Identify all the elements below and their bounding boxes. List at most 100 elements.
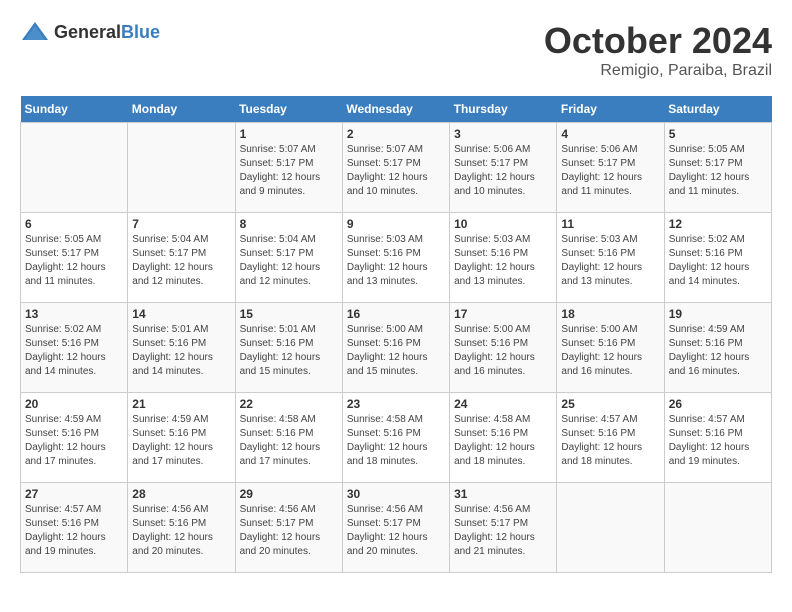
day-number: 14 <box>132 307 230 321</box>
day-number: 12 <box>669 217 767 231</box>
day-number: 20 <box>25 397 123 411</box>
day-number: 13 <box>25 307 123 321</box>
day-number: 18 <box>561 307 659 321</box>
day-number: 10 <box>454 217 552 231</box>
day-number: 29 <box>240 487 338 501</box>
day-info: Sunrise: 4:57 AMSunset: 5:16 PMDaylight:… <box>669 413 767 469</box>
day-info: Sunrise: 5:01 AMSunset: 5:16 PMDaylight:… <box>240 323 338 379</box>
table-cell: 4Sunrise: 5:06 AMSunset: 5:17 PMDaylight… <box>557 123 664 213</box>
col-tuesday: Tuesday <box>235 96 342 123</box>
day-number: 3 <box>454 127 552 141</box>
day-info: Sunrise: 4:58 AMSunset: 5:16 PMDaylight:… <box>347 413 445 469</box>
day-number: 27 <box>25 487 123 501</box>
table-cell: 28Sunrise: 4:56 AMSunset: 5:16 PMDayligh… <box>128 483 235 573</box>
table-cell: 5 Sunrise: 5:05 AMSunset: 5:17 PMDaylight… <box>664 123 771 213</box>
day-info: Sunrise: 5:03 AMSunset: 5:16 PMDaylight:… <box>454 233 552 289</box>
day-info: Sunrise: 5:03 AMSunset: 5:16 PMDaylight:… <box>347 233 445 289</box>
col-wednesday: Wednesday <box>342 96 449 123</box>
day-info: Sunrise: 4:58 AMSunset: 5:16 PMDaylight:… <box>240 413 338 469</box>
day-number: 25 <box>561 397 659 411</box>
week-row-5: 27Sunrise: 4:57 AMSunset: 5:16 PMDayligh… <box>21 483 772 573</box>
day-info: Sunrise: 4:56 AMSunset: 5:17 PMDaylight:… <box>240 503 338 559</box>
week-row-2: 6 Sunrise: 5:05 AMSunset: 5:17 PMDaylight… <box>21 213 772 303</box>
table-cell: 25 Sunrise: 4:57 AMSunset: 5:16 PMDayligh… <box>557 393 664 483</box>
day-number: 2 <box>347 127 445 141</box>
calendar-body: 1 Sunrise: 5:07 AMSunset: 5:17 PMDaylight… <box>21 123 772 573</box>
day-info: Sunrise: 4:59 AMSunset: 5:16 PMDaylight:… <box>669 323 767 379</box>
logo-blue: Blue <box>121 22 160 42</box>
table-cell: 17 Sunrise: 5:00 AMSunset: 5:16 PMDayligh… <box>450 303 557 393</box>
col-sunday: Sunday <box>21 96 128 123</box>
table-cell <box>128 123 235 213</box>
table-cell: 12 Sunrise: 5:02 AMSunset: 5:16 PMDayligh… <box>664 213 771 303</box>
col-monday: Monday <box>128 96 235 123</box>
table-cell: 31 Sunrise: 4:56 AMSunset: 5:17 PMDayligh… <box>450 483 557 573</box>
table-cell: 24Sunrise: 4:58 AMSunset: 5:16 PMDayligh… <box>450 393 557 483</box>
table-cell: 20 Sunrise: 4:59 AMSunset: 5:16 PMDayligh… <box>21 393 128 483</box>
calendar-table: Sunday Monday Tuesday Wednesday Thursday… <box>20 96 772 573</box>
table-cell: 21Sunrise: 4:59 AMSunset: 5:16 PMDayligh… <box>128 393 235 483</box>
day-number: 16 <box>347 307 445 321</box>
day-info: Sunrise: 5:05 AMSunset: 5:17 PMDaylight:… <box>25 233 123 289</box>
day-number: 30 <box>347 487 445 501</box>
page-header: GeneralBlue October 2024 Remigio, Paraib… <box>20 20 772 80</box>
col-saturday: Saturday <box>664 96 771 123</box>
day-number: 15 <box>240 307 338 321</box>
day-info: Sunrise: 5:02 AMSunset: 5:16 PMDaylight:… <box>669 233 767 289</box>
table-cell <box>664 483 771 573</box>
table-cell: 8Sunrise: 5:04 AMSunset: 5:17 PMDaylight… <box>235 213 342 303</box>
table-cell: 11Sunrise: 5:03 AMSunset: 5:16 PMDayligh… <box>557 213 664 303</box>
day-info: Sunrise: 5:01 AMSunset: 5:16 PMDaylight:… <box>132 323 230 379</box>
day-number: 1 <box>240 127 338 141</box>
table-cell: 27Sunrise: 4:57 AMSunset: 5:16 PMDayligh… <box>21 483 128 573</box>
day-info: Sunrise: 5:07 AMSunset: 5:17 PMDaylight:… <box>240 143 338 199</box>
day-info: Sunrise: 4:59 AMSunset: 5:16 PMDaylight:… <box>25 413 123 469</box>
day-info: Sunrise: 5:05 AMSunset: 5:17 PMDaylight:… <box>669 143 767 199</box>
table-cell: 9 Sunrise: 5:03 AMSunset: 5:16 PMDaylight… <box>342 213 449 303</box>
day-info: Sunrise: 5:00 AMSunset: 5:16 PMDaylight:… <box>454 323 552 379</box>
day-number: 31 <box>454 487 552 501</box>
logo: GeneralBlue <box>20 20 160 44</box>
table-cell: 19Sunrise: 4:59 AMSunset: 5:16 PMDayligh… <box>664 303 771 393</box>
day-info: Sunrise: 4:56 AMSunset: 5:17 PMDaylight:… <box>347 503 445 559</box>
table-cell: 18 Sunrise: 5:00 AMSunset: 5:16 PMDayligh… <box>557 303 664 393</box>
logo-text: GeneralBlue <box>54 22 160 43</box>
day-number: 11 <box>561 217 659 231</box>
day-info: Sunrise: 5:06 AMSunset: 5:17 PMDaylight:… <box>561 143 659 199</box>
table-cell: 7Sunrise: 5:04 AMSunset: 5:17 PMDaylight… <box>128 213 235 303</box>
calendar-header: Sunday Monday Tuesday Wednesday Thursday… <box>21 96 772 123</box>
table-cell: 16Sunrise: 5:00 AMSunset: 5:16 PMDayligh… <box>342 303 449 393</box>
day-number: 22 <box>240 397 338 411</box>
day-number: 9 <box>347 217 445 231</box>
day-info: Sunrise: 4:56 AMSunset: 5:17 PMDaylight:… <box>454 503 552 559</box>
table-cell: 29 Sunrise: 4:56 AMSunset: 5:17 PMDayligh… <box>235 483 342 573</box>
header-row: Sunday Monday Tuesday Wednesday Thursday… <box>21 96 772 123</box>
day-number: 6 <box>25 217 123 231</box>
table-cell: 2 Sunrise: 5:07 AMSunset: 5:17 PMDaylight… <box>342 123 449 213</box>
day-info: Sunrise: 4:57 AMSunset: 5:16 PMDaylight:… <box>561 413 659 469</box>
week-row-3: 13 Sunrise: 5:02 AMSunset: 5:16 PMDayligh… <box>21 303 772 393</box>
calendar-subtitle: Remigio, Paraiba, Brazil <box>544 62 772 80</box>
day-info: Sunrise: 5:00 AMSunset: 5:16 PMDaylight:… <box>561 323 659 379</box>
day-info: Sunrise: 5:07 AMSunset: 5:17 PMDaylight:… <box>347 143 445 199</box>
day-number: 17 <box>454 307 552 321</box>
table-cell: 13 Sunrise: 5:02 AMSunset: 5:16 PMDayligh… <box>21 303 128 393</box>
day-info: Sunrise: 5:06 AMSunset: 5:17 PMDaylight:… <box>454 143 552 199</box>
col-thursday: Thursday <box>450 96 557 123</box>
day-number: 5 <box>669 127 767 141</box>
day-number: 28 <box>132 487 230 501</box>
table-cell: 1 Sunrise: 5:07 AMSunset: 5:17 PMDaylight… <box>235 123 342 213</box>
day-info: Sunrise: 5:04 AMSunset: 5:17 PMDaylight:… <box>132 233 230 289</box>
logo-general: General <box>54 22 121 42</box>
table-cell: 3 Sunrise: 5:06 AMSunset: 5:17 PMDaylight… <box>450 123 557 213</box>
day-number: 8 <box>240 217 338 231</box>
col-friday: Friday <box>557 96 664 123</box>
table-cell: 10 Sunrise: 5:03 AMSunset: 5:16 PMDayligh… <box>450 213 557 303</box>
table-cell: 23Sunrise: 4:58 AMSunset: 5:16 PMDayligh… <box>342 393 449 483</box>
logo-icon <box>20 20 50 44</box>
day-info: Sunrise: 5:02 AMSunset: 5:16 PMDaylight:… <box>25 323 123 379</box>
table-cell: 15 Sunrise: 5:01 AMSunset: 5:16 PMDayligh… <box>235 303 342 393</box>
table-cell: 26Sunrise: 4:57 AMSunset: 5:16 PMDayligh… <box>664 393 771 483</box>
day-info: Sunrise: 4:59 AMSunset: 5:16 PMDaylight:… <box>132 413 230 469</box>
title-area: October 2024 Remigio, Paraiba, Brazil <box>544 20 772 80</box>
